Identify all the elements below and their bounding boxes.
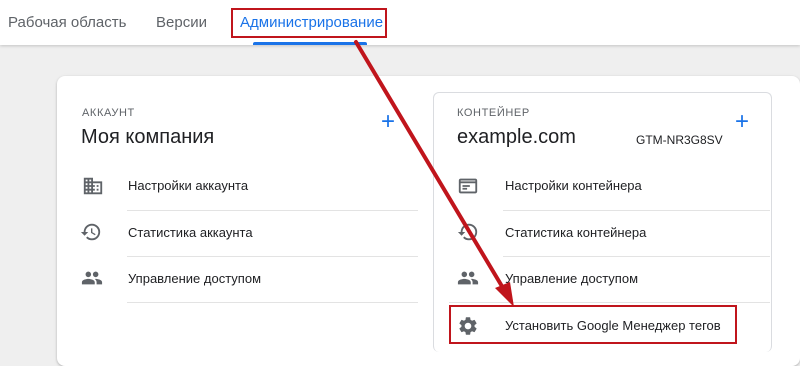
annotation-arrow	[354, 40, 514, 307]
